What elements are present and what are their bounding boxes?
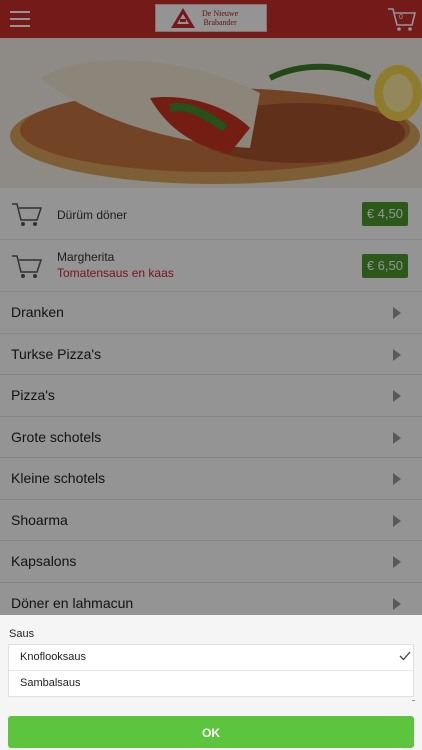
- option-label: Sambalsaus: [20, 677, 81, 689]
- ok-button[interactable]: OK: [8, 716, 414, 748]
- checkmark-icon: [399, 651, 411, 661]
- sauce-options: Knoflooksaus Sambalsaus: [8, 644, 414, 697]
- sheet-title: Saus: [9, 628, 35, 640]
- divider: [412, 700, 415, 701]
- sauce-option-sambalsaus[interactable]: Sambalsaus: [9, 670, 413, 696]
- option-label: Knoflooksaus: [20, 651, 87, 663]
- modal-backdrop[interactable]: [0, 0, 422, 615]
- sauce-option-knoflooksaus[interactable]: Knoflooksaus: [9, 645, 413, 670]
